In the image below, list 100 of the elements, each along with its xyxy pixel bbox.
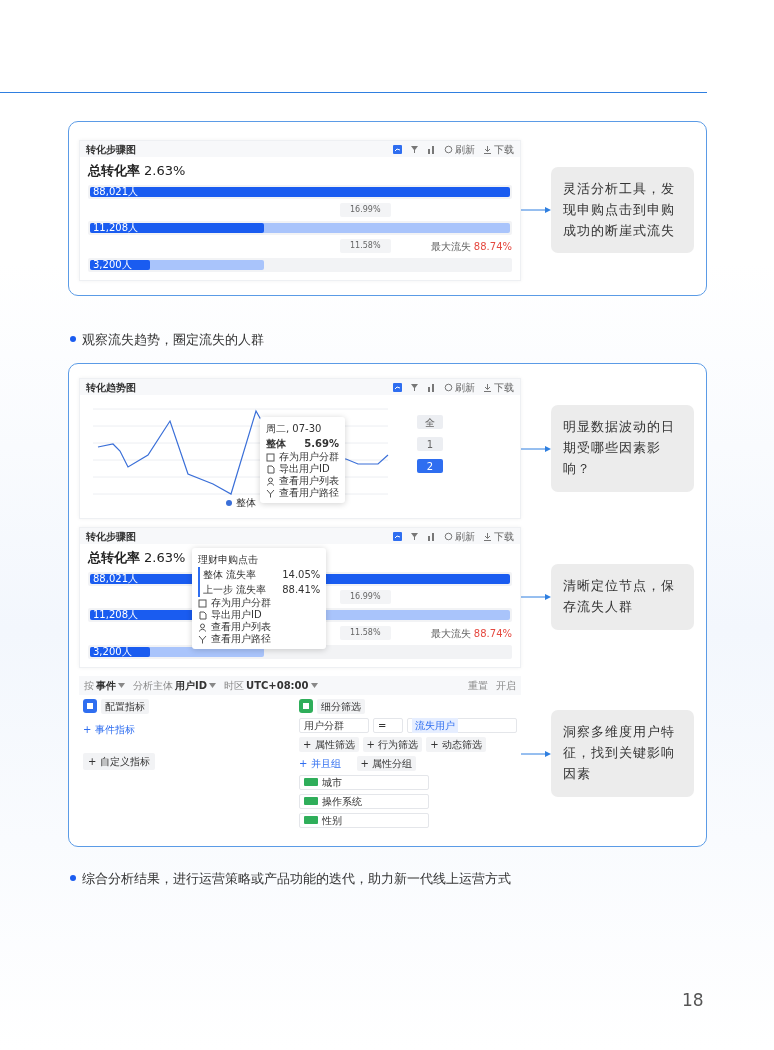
select-field[interactable]: 用户分群 — [299, 717, 369, 733]
refresh-icon — [444, 382, 453, 392]
document-icon — [266, 464, 275, 474]
step-chip[interactable]: 1 — [417, 437, 443, 451]
legend-dot-icon — [225, 499, 232, 506]
add-group-button[interactable]: + 属性分组 — [356, 755, 417, 771]
toolbar-action[interactable]: 下载 — [483, 141, 514, 157]
caret-icon — [118, 682, 125, 688]
series-value: 5.69% — [304, 437, 339, 451]
menu-item[interactable]: 查看用户路径 — [198, 633, 321, 645]
funnel-icon[interactable] — [410, 144, 419, 154]
funnel-icon[interactable] — [410, 531, 419, 541]
arrow — [521, 748, 551, 759]
bullet-icon — [70, 875, 76, 882]
document-icon — [198, 610, 207, 620]
total-label: 总转化率 — [88, 549, 140, 567]
tooltip-title: 理财申购点击 — [198, 553, 259, 567]
branch-icon — [198, 634, 207, 644]
bar-chart-icon[interactable] — [427, 382, 436, 392]
tooltip-label: 上一步 流失率 — [203, 583, 267, 597]
caret-icon — [310, 682, 318, 688]
tooltip-date: 周二, 07-30 — [266, 422, 323, 436]
page-number: 18 — [682, 989, 704, 1012]
card-title: 转化趋势图 — [86, 380, 136, 395]
chart-view-icon[interactable] — [393, 144, 402, 154]
tag-icon — [304, 797, 318, 805]
toolbar-dropdown[interactable]: 时区 UTC+08:00 — [224, 677, 318, 693]
total-value: 2.63% — [144, 162, 186, 180]
bar-chart-icon[interactable] — [427, 531, 436, 541]
step-chip[interactable]: 全 — [417, 415, 443, 429]
tag-icon — [304, 778, 318, 786]
total-label: 总转化率 — [88, 162, 140, 180]
section-title: 细分筛选 — [317, 698, 365, 714]
funnel-icon[interactable] — [410, 382, 419, 392]
person-icon — [266, 476, 275, 486]
bullet-text: 观察流失趋势，圈定流失的人群 — [82, 330, 264, 349]
branch-icon — [266, 488, 275, 498]
caret-icon — [209, 682, 217, 688]
toolbar-action[interactable]: 开启 — [496, 677, 516, 693]
step-count: 3,200人 — [93, 259, 132, 270]
square-icon — [198, 598, 207, 608]
bullet-text: 综合分析结果，进行运营策略或产品功能的迭代，助力新一代线上运营方式 — [82, 869, 511, 888]
callout-text: 灵活分析工具，发现申购点击到申购成功的断崖式流失 — [551, 167, 694, 254]
menu-item[interactable]: 查看用户列表 — [198, 621, 321, 633]
chart-view-icon[interactable] — [393, 531, 402, 541]
max-loss-text: 最大流失 88.74% — [430, 239, 512, 254]
group-select[interactable]: 性别 — [299, 812, 429, 828]
step-count: 11,208人 — [93, 222, 138, 233]
filter-button[interactable]: + 属性筛选 — [299, 736, 359, 752]
toolbar-action[interactable]: 刷新 — [444, 379, 475, 395]
conversion-rate: 11.58% — [340, 626, 391, 640]
toolbar-action[interactable]: 刷新 — [444, 528, 475, 544]
step-chip[interactable]: 2 — [417, 459, 443, 473]
menu-item[interactable]: 存为用户分群 — [198, 597, 321, 609]
person-icon — [198, 622, 207, 632]
menu-item[interactable]: 存为用户分群 — [266, 451, 339, 463]
operator-select[interactable]: = — [373, 717, 403, 733]
group-select[interactable]: 城市 — [299, 774, 429, 790]
toolbar-action[interactable]: 下载 — [483, 528, 514, 544]
callout-text: 清晰定位节点，保存流失人群 — [551, 564, 694, 631]
max-loss-text: 最大流失 88.74% — [430, 626, 512, 641]
tag-field[interactable]: 流失用户 — [407, 717, 517, 733]
toolbar-action[interactable]: 下载 — [483, 379, 514, 395]
filter-group-icon — [299, 699, 313, 713]
conversion-rate: 16.99% — [340, 202, 391, 217]
tooltip-value: 14.05% — [282, 568, 321, 582]
square-icon — [266, 452, 275, 462]
menu-item[interactable]: 查看用户路径 — [266, 487, 339, 499]
tooltip-label: 整体 流失率 — [203, 568, 257, 582]
refresh-icon — [444, 144, 453, 154]
bar-chart-icon[interactable] — [427, 144, 436, 154]
toolbar-action[interactable]: 重置 — [468, 677, 488, 693]
chart-view-icon[interactable] — [393, 382, 402, 392]
add-metric-link[interactable]: + 事件指标 — [83, 721, 283, 737]
menu-item[interactable]: 导出用户ID — [198, 609, 321, 621]
add-custom-metric-button[interactable]: + 自定义指标 — [83, 752, 155, 770]
and-group-link[interactable]: + 并且组 — [299, 755, 341, 771]
toolbar-dropdown[interactable]: 分析主体 用户ID — [133, 677, 217, 693]
download-icon — [483, 144, 492, 154]
step-count: 88,021人 — [93, 186, 138, 197]
toolbar-dropdown[interactable]: 按 事件 — [84, 677, 125, 693]
arrow — [521, 592, 551, 603]
toolbar-action[interactable]: 刷新 — [444, 141, 475, 157]
download-icon — [483, 531, 492, 541]
group-select[interactable]: 操作系统 — [299, 793, 429, 809]
arrow — [521, 443, 551, 454]
step-count: 3,200人 — [93, 646, 132, 657]
menu-item[interactable]: 导出用户ID — [266, 463, 339, 475]
download-icon — [483, 382, 492, 392]
menu-item[interactable]: 查看用户列表 — [266, 475, 339, 487]
filter-button[interactable]: + 行为筛选 — [362, 736, 423, 752]
conversion-rate: 11.58% — [340, 239, 391, 253]
card-title: 转化步骤图 — [86, 529, 136, 544]
conversion-rate: 16.99% — [340, 589, 391, 604]
step-count: 11,208人 — [93, 609, 138, 620]
filter-button[interactable]: + 动态筛选 — [426, 736, 486, 752]
series-label: 整体 — [266, 437, 286, 451]
tooltip-value: 88.41% — [282, 583, 321, 597]
callout-text: 明显数据波动的日期受哪些因素影响？ — [551, 405, 694, 492]
section-title: 配置指标 — [101, 698, 149, 714]
